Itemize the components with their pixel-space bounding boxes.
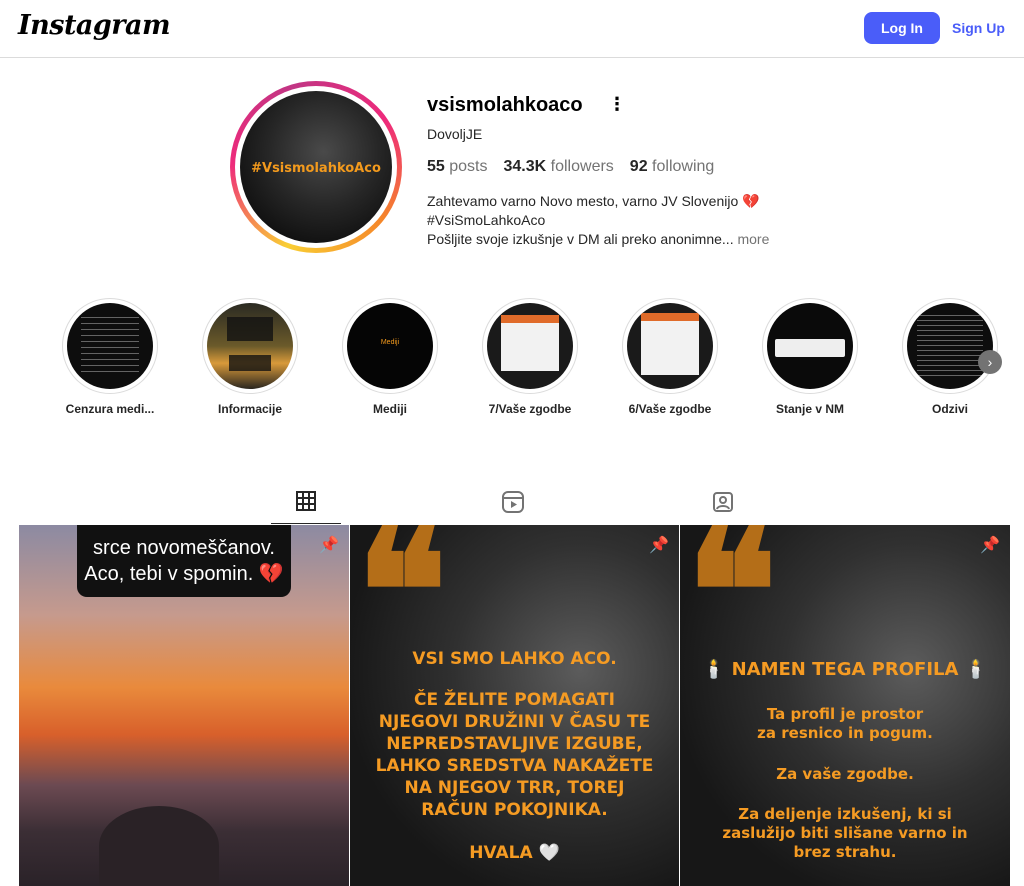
post-silhouette xyxy=(99,806,219,886)
highlight-item[interactable]: Cenzura medi... xyxy=(40,298,180,416)
story-highlights: Cenzura medi... Informacije Mediji Medij… xyxy=(40,298,1000,428)
highlight-item[interactable]: Stanje v NM xyxy=(740,298,880,416)
followers-stat[interactable]: 34.3K followers xyxy=(504,158,614,176)
top-navbar: Instagram Log In Sign Up xyxy=(0,0,1024,58)
highlight-cover xyxy=(767,303,853,389)
post-tile[interactable]: ❝ 📌 VSI SMO LAHKO ACO. ČE ŽELITE POMAGAT… xyxy=(350,525,679,886)
pin-icon: 📌 xyxy=(649,537,669,554)
signup-link[interactable]: Sign Up xyxy=(952,12,1005,44)
highlight-item[interactable]: 6/Vaše zgodbe xyxy=(600,298,740,416)
highlight-label: Odzivi xyxy=(931,402,968,416)
highlights-next-arrow-icon[interactable]: › xyxy=(978,350,1002,374)
highlight-cover xyxy=(487,303,573,389)
profile-username: vsismolahkoaco xyxy=(427,94,583,116)
post-caption-box: srce novomeščanov. Aco, tebi v spomin. 💔 xyxy=(77,525,291,597)
tagged-icon xyxy=(713,492,733,512)
highlight-item[interactable]: Mediji Mediji xyxy=(320,298,460,416)
tab-posts[interactable] xyxy=(271,486,341,524)
reels-icon xyxy=(502,491,524,513)
pin-icon: 📌 xyxy=(319,537,339,554)
bio-line: Pošljite svoje izkušnje v DM ali preko a… xyxy=(427,231,770,247)
highlight-label: Cenzura medi... xyxy=(65,402,155,416)
post-tile[interactable]: srce novomeščanov. Aco, tebi v spomin. 💔… xyxy=(19,525,349,886)
highlight-cover xyxy=(67,303,153,389)
following-stat[interactable]: 92 following xyxy=(630,158,715,176)
highlight-cover xyxy=(907,303,993,389)
profile-bio: Zahtevamo varno Novo mesto, varno JV Slo… xyxy=(427,192,769,249)
bio-more-link[interactable]: more xyxy=(737,231,769,247)
grid-icon xyxy=(296,491,316,511)
login-button[interactable]: Log In xyxy=(864,12,940,44)
tab-reels[interactable] xyxy=(478,486,548,524)
profile-avatar: #VsismolahkoAco xyxy=(240,91,392,243)
highlight-cover xyxy=(627,303,713,389)
pin-icon: 📌 xyxy=(980,537,1000,554)
posts-stat: 55 posts xyxy=(427,158,488,175)
profile-tabs xyxy=(0,486,1024,524)
quote-icon: ❝ xyxy=(686,525,778,692)
tab-tagged[interactable] xyxy=(688,486,758,524)
highlight-label: Stanje v NM xyxy=(775,402,844,416)
post-tile[interactable]: ❝ 📌 🕯️ NAMEN TEGA PROFILA 🕯️ Ta profil j… xyxy=(680,525,1010,886)
profile-full-name: DovoljJE xyxy=(427,126,483,142)
highlight-label: Mediji xyxy=(372,402,407,416)
highlight-cover xyxy=(207,303,293,389)
avatar-text: #VsismolahkoAco xyxy=(251,161,381,176)
highlight-item[interactable]: Informacije xyxy=(180,298,320,416)
profile-avatar-ring[interactable]: #VsismolahkoAco xyxy=(230,81,402,253)
highlight-label: 7/Vaše zgodbe xyxy=(488,402,572,416)
highlight-cover: Mediji xyxy=(347,303,433,389)
highlight-label: 6/Vaše zgodbe xyxy=(628,402,712,416)
profile-stats: 55 posts 34.3K followers 92 following xyxy=(427,158,714,176)
instagram-logo[interactable]: Instagram xyxy=(18,10,171,41)
bio-hashtag[interactable]: #VsiSmoLahkoAco xyxy=(427,211,769,230)
more-dots-icon[interactable]: ⋮ xyxy=(608,94,626,115)
bio-line: Zahtevamo varno Novo mesto, varno JV Slo… xyxy=(427,193,760,209)
posts-grid: srce novomeščanov. Aco, tebi v spomin. 💔… xyxy=(19,525,1010,886)
highlight-item[interactable]: 7/Vaše zgodbe xyxy=(460,298,600,416)
highlight-label: Informacije xyxy=(217,402,283,416)
